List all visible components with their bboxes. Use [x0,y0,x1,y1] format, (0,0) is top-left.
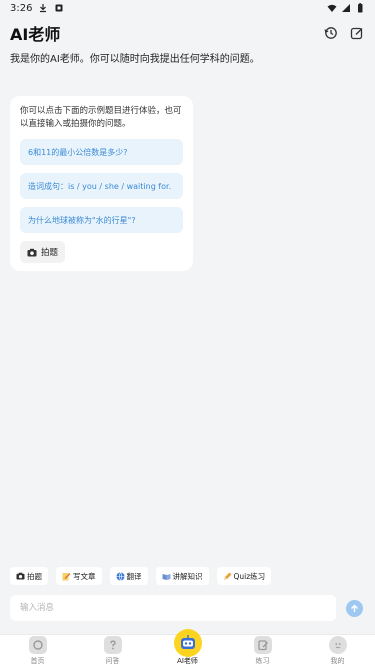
app-header: AI老师 [0,18,375,48]
status-left: 3:26 [10,3,64,14]
profile-icon [328,636,347,654]
tab-label: 问答 [105,657,120,665]
tool-quiz-button[interactable]: Quiz练习 [216,567,272,585]
suggestion-item[interactable]: 造词成句：is / you / she / waiting for. [20,173,183,199]
bottom-tab-bar: 首页 问答 AI老师 练习 我的 [0,629,375,668]
status-right [327,3,365,13]
book-icon [162,573,170,580]
status-time: 3:26 [10,2,33,14]
battery-icon [358,3,363,13]
camera-icon [16,572,25,580]
tool-bar: 拍题 写文章 翻译 讲解知识 Quiz练习 [10,567,272,585]
tab-qa[interactable]: 问答 [75,635,150,668]
send-button[interactable] [346,599,363,617]
pencil-icon [62,572,71,580]
edit-icon [350,27,363,40]
tab-label: 我的 [330,657,345,665]
tool-label: 翻译 [126,571,142,581]
camera-icon [27,248,37,256]
tool-label: 写文章 [73,571,96,581]
message-input[interactable] [10,595,336,621]
take-photo-label: 拍题 [41,248,59,258]
tab-label: AI老师 [177,657,198,665]
suggestion-item[interactable]: 6和11的最小公倍数是多少? [20,139,183,165]
question-icon [103,636,122,654]
tab-ai-teacher[interactable]: AI老师 [150,629,225,668]
pencil-icon [223,572,231,580]
card-description: 你可以点击下面的示例题目进行体验，也可以直接输入或拍摄你的问题。 [20,106,182,129]
wifi-icon [327,4,337,12]
page-title: AI老师 [10,25,61,44]
tab-label: 练习 [255,657,270,665]
arrow-up-icon [351,604,358,612]
tool-photo-button[interactable]: 拍题 [10,567,48,585]
practice-icon [253,636,272,654]
tab-label: 首页 [30,657,45,665]
take-photo-button[interactable]: 拍题 [20,241,66,263]
tab-home[interactable]: 首页 [0,635,75,668]
download-icon [40,4,47,13]
tool-label: 讲解知识 [172,571,203,581]
tool-label: Quiz练习 [233,571,266,581]
suggestion-item[interactable]: 为什么地球被称为"水的行星"? [20,207,183,233]
tab-practice[interactable]: 练习 [225,635,300,668]
tool-label: 拍题 [27,571,42,581]
tab-profile[interactable]: 我的 [300,635,375,668]
composer [10,594,365,622]
tool-explain-button[interactable]: 讲解知识 [155,567,209,585]
intro-message: 我是你的AI老师。你可以随时向我提出任何学科的问题。 [10,54,260,65]
globe-icon [116,571,124,581]
status-bar: 3:26 [0,0,375,16]
tool-translate-button[interactable]: 翻译 [109,567,148,585]
tool-essay-button[interactable]: 写文章 [56,567,102,585]
header-actions [323,25,365,41]
history-button[interactable] [323,25,339,41]
home-icon [28,636,47,654]
robot-icon [173,629,202,657]
app-notification-icon [55,4,63,12]
signal-icon [342,4,350,12]
suggestion-card: 你可以点击下面的示例题目进行体验，也可以直接输入或拍摄你的问题。 6和11的最小… [10,96,193,271]
new-chat-button[interactable] [349,25,365,41]
history-icon [324,27,337,39]
